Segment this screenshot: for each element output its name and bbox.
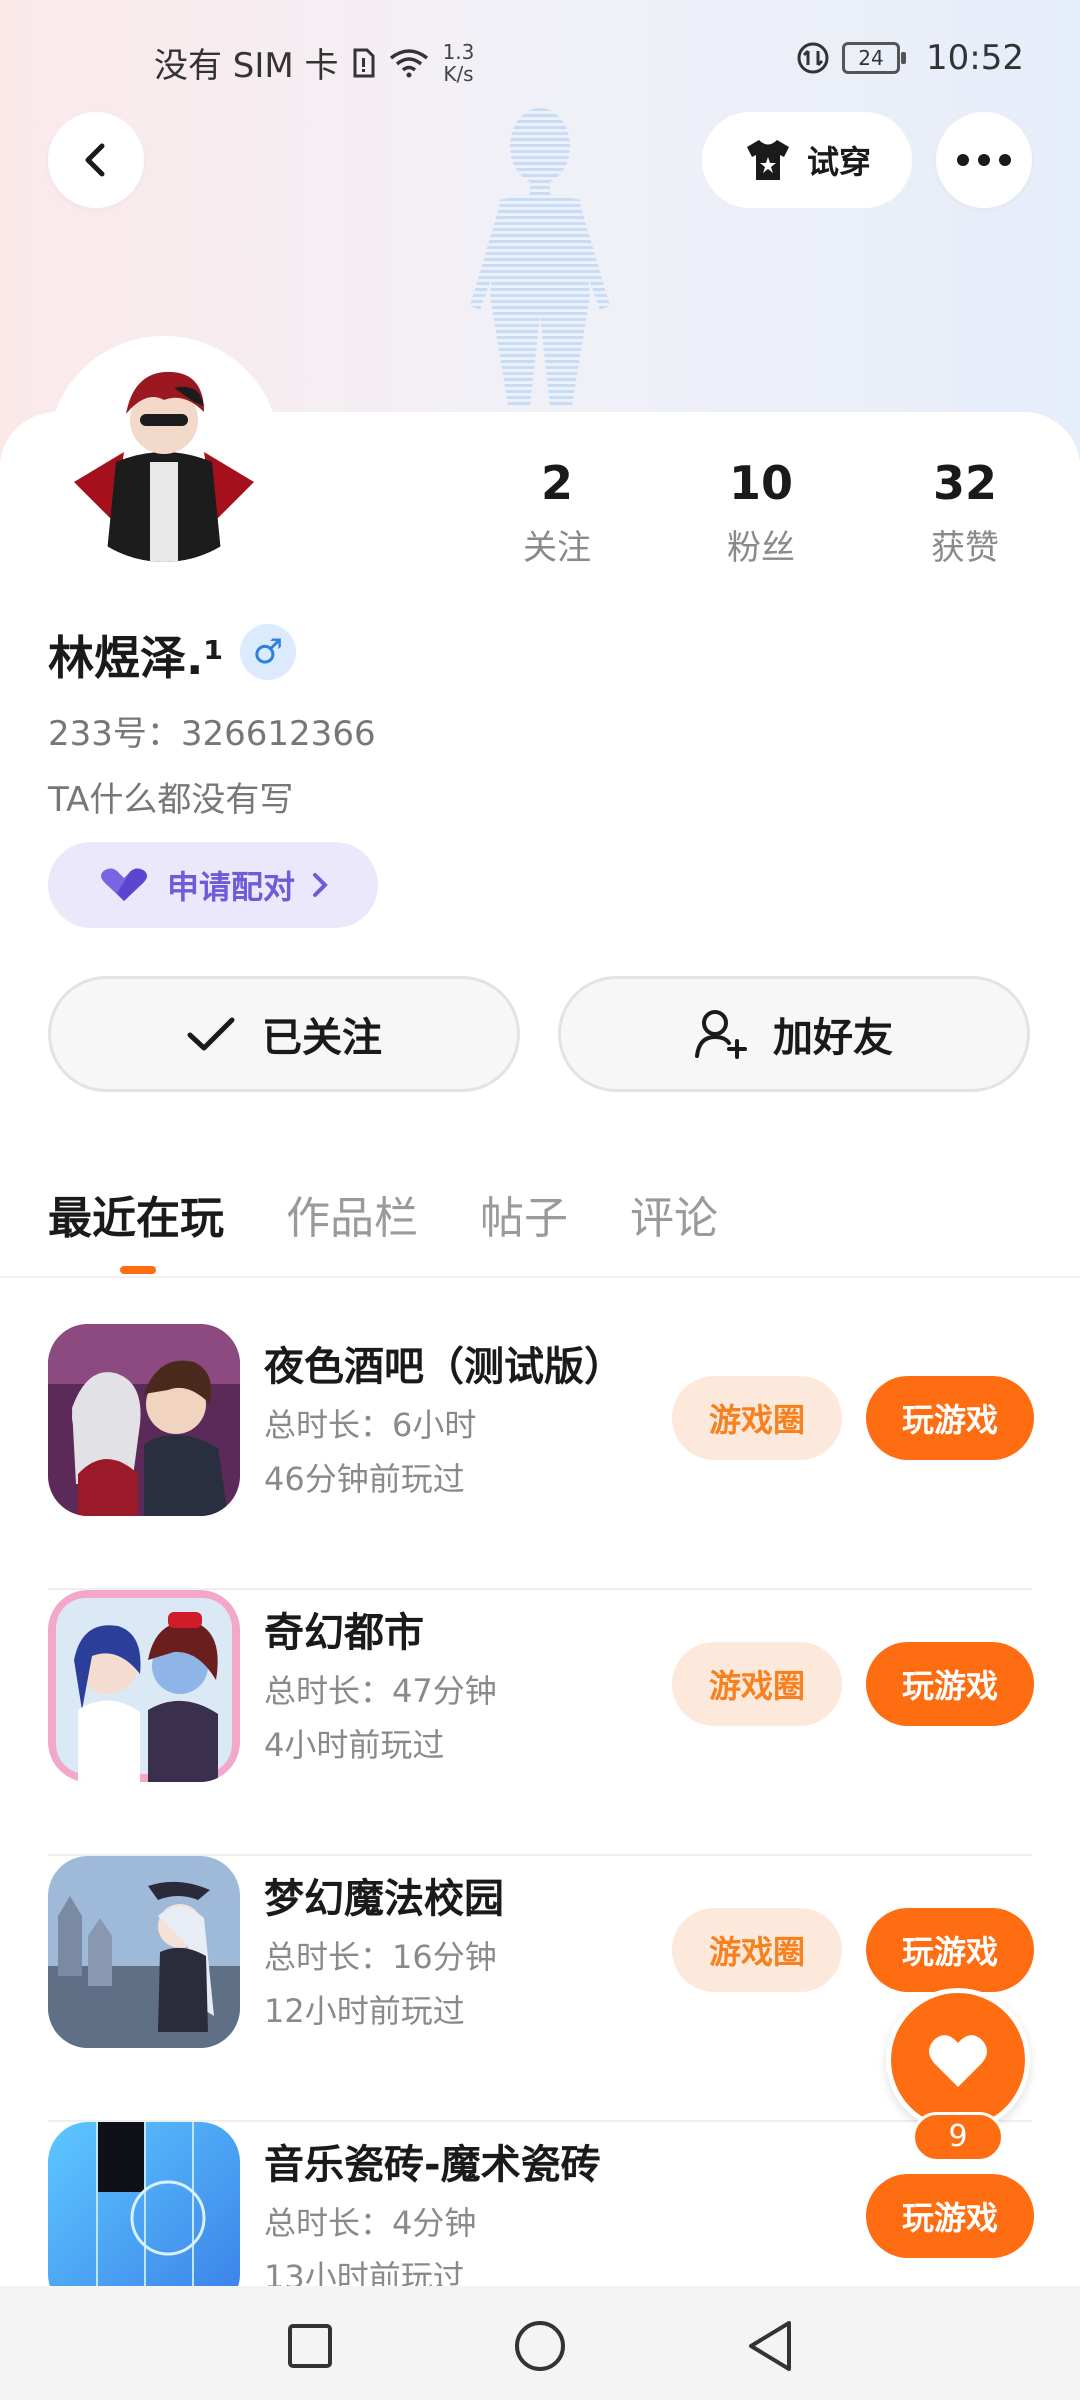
tab-works[interactable]: 作品栏 [286, 1182, 418, 1246]
game-title-4: 音乐瓷砖-魔术瓷砖 [264, 2142, 601, 2188]
heart-pair-icon [100, 868, 147, 901]
battery-indicator: 24 [842, 42, 907, 74]
game-circle-button-2[interactable]: 游戏圈 [672, 1642, 842, 1726]
floating-like-button[interactable] [886, 1988, 1030, 2132]
play-game-button-2[interactable]: 玩游戏 [866, 1642, 1034, 1726]
request-pair-button[interactable]: 申请配对 [48, 842, 378, 928]
recent-apps-button[interactable] [280, 2316, 340, 2376]
stat-followers[interactable]: 10 粉丝 [686, 456, 836, 569]
avatar[interactable] [48, 336, 280, 568]
add-friend-label: 加好友 [773, 1015, 893, 1061]
stat-following-label: 关注 [523, 528, 591, 568]
network-speed: 1.3 K/s [443, 41, 475, 85]
wifi-icon [389, 48, 428, 77]
stat-likes[interactable]: 32 获赞 [890, 456, 1040, 569]
system-navigation-bar [0, 2286, 1080, 2400]
chevron-left-icon [85, 143, 105, 177]
stat-likes-count: 32 [932, 456, 997, 510]
play-game-button-3[interactable]: 玩游戏 [866, 1908, 1034, 1992]
game-icon-2-art [48, 1590, 240, 1782]
game-title-2: 奇幻都市 [264, 1610, 424, 1656]
game-last-played-3: 12小时前玩过 [264, 1992, 465, 2030]
try-on-label: 试穿 [806, 143, 871, 181]
user-bio: TA什么都没有写 [48, 780, 294, 820]
chevron-right-icon [313, 873, 328, 897]
game-circle-button-1[interactable]: 游戏圈 [672, 1376, 842, 1460]
game-row-2[interactable]: 奇幻都市 总时长：47分钟 4小时前玩过 游戏圈 玩游戏 [48, 1590, 1034, 1856]
add-friend-button[interactable]: 加好友 [558, 976, 1030, 1092]
stat-followers-count: 10 [728, 456, 793, 510]
stat-following-count: 2 [540, 456, 573, 510]
more-button[interactable] [936, 112, 1032, 208]
try-on-button[interactable]: 试穿 [702, 112, 912, 208]
active-tab-indicator [120, 1266, 156, 1274]
game-title-3: 梦幻魔法校园 [264, 1876, 504, 1922]
triangle-back-icon [749, 2321, 791, 2371]
data-saver-icon [797, 42, 829, 74]
game-title-1: 夜色酒吧（测试版） [264, 1344, 624, 1390]
avatar-figure-hologram [470, 108, 610, 406]
tab-comments[interactable]: 评论 [630, 1182, 718, 1246]
play-game-button-4[interactable]: 玩游戏 [866, 2174, 1034, 2258]
profile-tabs: 最近在玩 作品栏 帖子 评论 [48, 1182, 718, 1246]
play-game-button-1[interactable]: 玩游戏 [866, 1376, 1034, 1460]
stat-followers-label: 粉丝 [727, 528, 795, 568]
sim-card-icon [353, 48, 375, 77]
more-horizontal-icon [957, 154, 1011, 166]
network-speed-unit: K/s [443, 61, 474, 86]
circle-icon [515, 2321, 565, 2371]
game-icon-3-art [48, 1856, 240, 2048]
game-duration-4: 总时长：4分钟 [264, 2204, 477, 2242]
game-icon-2 [48, 1590, 240, 1782]
following-label: 已关注 [262, 1015, 382, 1061]
add-user-icon [695, 1010, 747, 1059]
request-pair-label: 申请配对 [166, 868, 295, 906]
profile-name: 林煜泽.¹ [48, 631, 224, 685]
carrier-text: 没有 SIM 卡 [154, 46, 339, 86]
check-icon [187, 1017, 235, 1051]
gender-male-icon: ♂ [240, 624, 296, 680]
home-button[interactable] [510, 2316, 570, 2376]
like-count-badge: 9 [912, 2112, 1004, 2162]
following-button[interactable]: 已关注 [48, 976, 520, 1092]
tab-recently-played[interactable]: 最近在玩 [48, 1182, 224, 1246]
avatar-image [54, 342, 274, 562]
heart-icon [929, 2035, 987, 2087]
game-icon-3 [48, 1856, 240, 2048]
game-duration-2: 总时长：47分钟 [264, 1672, 497, 1710]
network-speed-value: 1.3 [442, 39, 475, 64]
game-icon-1 [48, 1324, 240, 1516]
tabs-divider [0, 1276, 1080, 1278]
game-circle-button-3[interactable]: 游戏圈 [672, 1908, 842, 1992]
back-nav-button[interactable] [740, 2316, 800, 2376]
user-id: 233号：326612366 [48, 714, 376, 754]
square-icon [288, 2324, 332, 2368]
game-duration-1: 总时长：6小时 [264, 1406, 477, 1444]
game-duration-3: 总时长：16分钟 [264, 1938, 497, 1976]
game-last-played-2: 4小时前玩过 [264, 1726, 445, 1764]
back-button[interactable] [48, 112, 144, 208]
stat-following[interactable]: 2 关注 [482, 456, 632, 569]
tab-posts[interactable]: 帖子 [480, 1182, 568, 1246]
stat-likes-label: 获赞 [931, 528, 999, 568]
game-row-3[interactable]: 梦幻魔法校园 总时长：16分钟 12小时前玩过 游戏圈 玩游戏 [48, 1856, 1034, 2122]
game-icon-1-art [48, 1324, 240, 1516]
game-last-played-1: 46分钟前玩过 [264, 1460, 465, 1498]
status-bar: 没有 SIM 卡 1.3 K/s 24 10:52 [0, 0, 1080, 120]
game-row-1[interactable]: 夜色酒吧（测试版） 总时长：6小时 46分钟前玩过 游戏圈 玩游戏 [48, 1324, 1034, 1590]
tshirt-icon [746, 140, 789, 180]
clock: 10:52 [926, 38, 1024, 78]
